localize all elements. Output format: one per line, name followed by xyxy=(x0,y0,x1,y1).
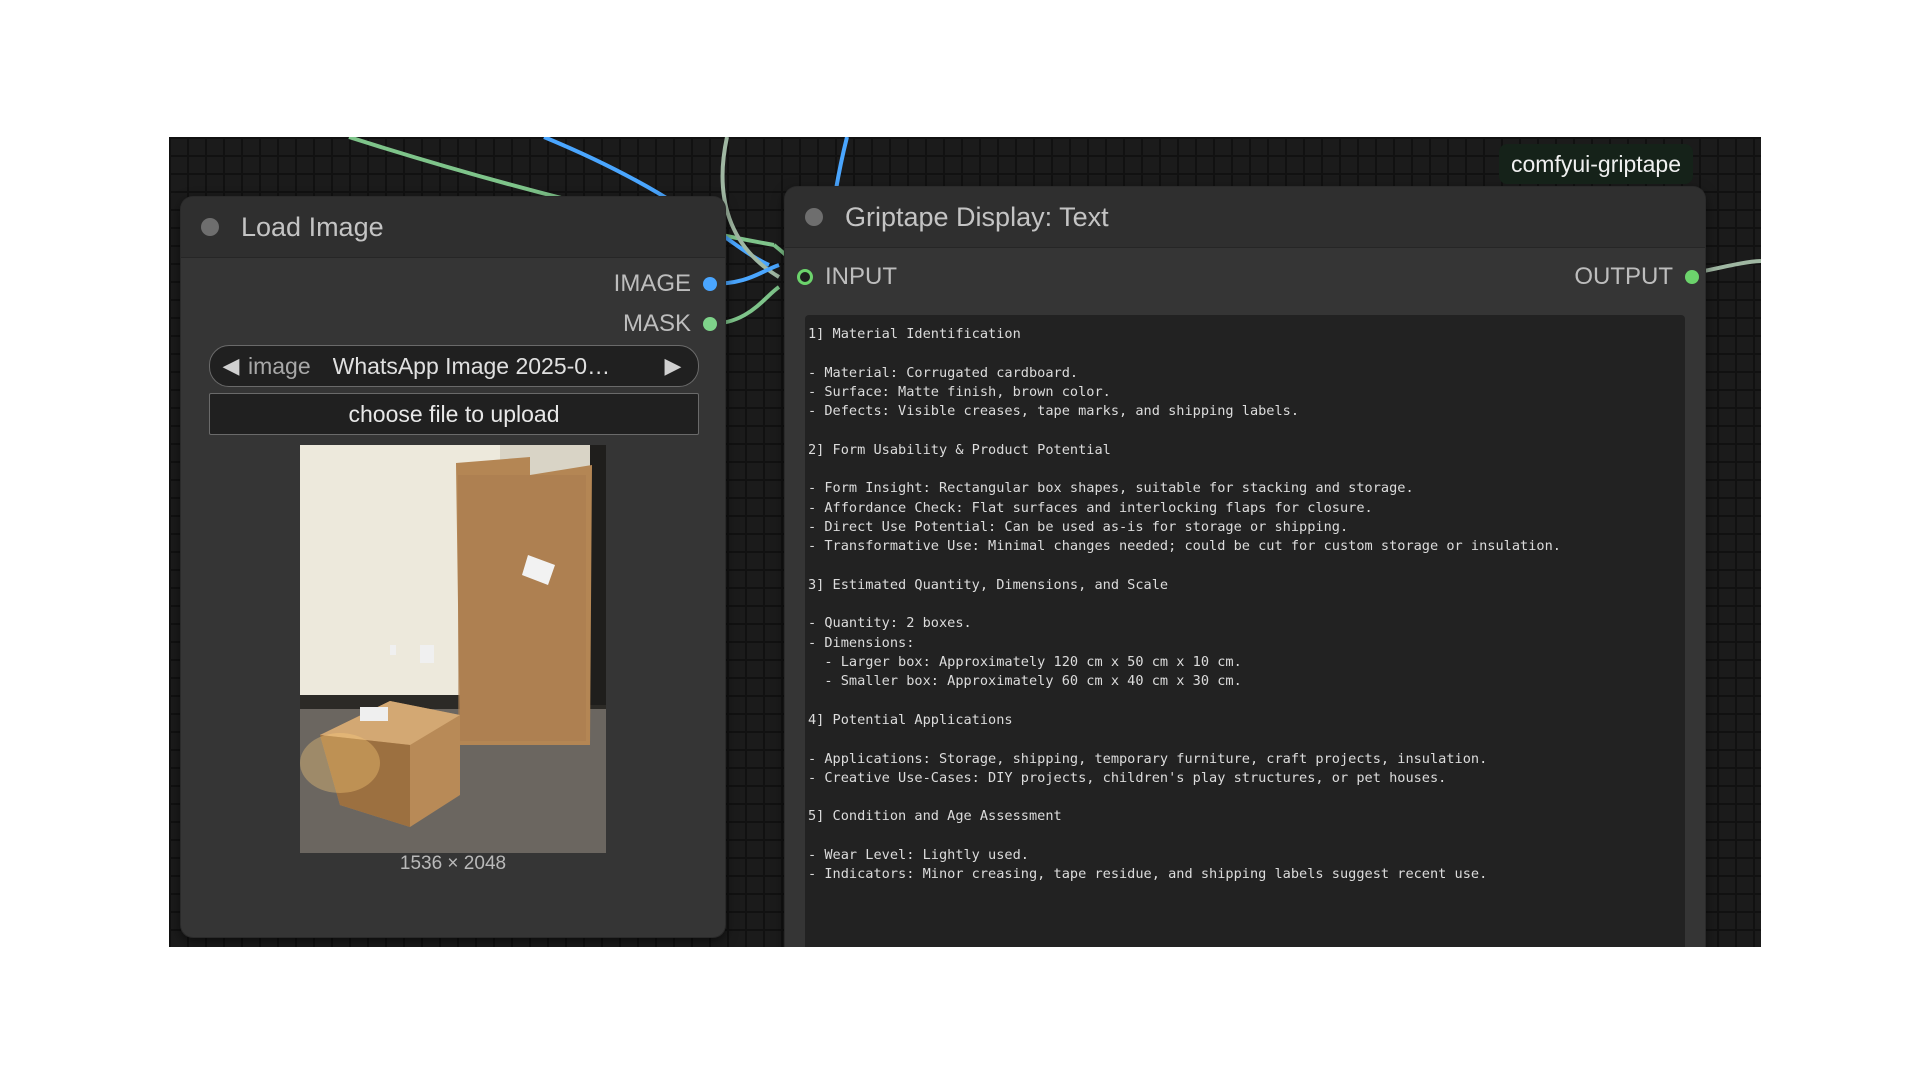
output-label-mask: MASK xyxy=(622,310,691,337)
combo-value: WhatsApp Image 2025-0… xyxy=(332,352,611,379)
image-output-dot-icon[interactable] xyxy=(703,277,717,291)
input-slot[interactable]: INPUT xyxy=(797,263,897,291)
input-dot-icon[interactable] xyxy=(797,269,813,285)
display-text-area[interactable]: 1] Material Identification - Material: C… xyxy=(805,315,1685,947)
output-label: OUTPUT xyxy=(1574,263,1673,290)
preview-photo-art xyxy=(300,445,606,853)
collapse-dot-icon[interactable] xyxy=(201,218,219,236)
collapse-dot-icon[interactable] xyxy=(805,208,823,226)
mask-output-dot-icon[interactable] xyxy=(703,317,717,331)
output-slot-image[interactable]: IMAGE xyxy=(614,270,717,298)
combo-name: image xyxy=(248,352,311,379)
load-image-node[interactable]: Load Image IMAGE MASK ◀ image WhatsApp I… xyxy=(181,197,725,937)
griptape-display-text-node[interactable]: Griptape Display: Text INPUT OUTPUT 1] M… xyxy=(785,187,1705,947)
output-label-image: IMAGE xyxy=(613,270,691,297)
load-image-node-title[interactable]: Load Image xyxy=(181,197,725,258)
griptape-title: Griptape Display: Text xyxy=(845,201,1109,232)
display-text-content: 1] Material Identification - Material: C… xyxy=(808,326,1561,883)
upload-button-label: choose file to upload xyxy=(348,400,560,427)
output-slot-mask[interactable]: MASK xyxy=(623,310,717,338)
image-combo-widget[interactable]: ◀ image WhatsApp Image 2025-0… ▶ xyxy=(209,345,699,387)
extension-badge: comfyui-griptape xyxy=(1499,144,1694,184)
output-slot[interactable]: OUTPUT xyxy=(1574,263,1699,291)
upload-button[interactable]: choose file to upload xyxy=(209,393,699,435)
input-label: INPUT xyxy=(825,263,897,290)
node-graph-canvas[interactable]: Load Image IMAGE MASK ◀ image WhatsApp I… xyxy=(169,137,1761,947)
link-green-curve xyxy=(720,137,781,279)
load-image-title: Load Image xyxy=(241,211,384,242)
output-dot-icon[interactable] xyxy=(1685,270,1699,284)
griptape-node-title[interactable]: Griptape Display: Text xyxy=(785,187,1705,248)
image-preview xyxy=(300,445,606,853)
combo-prev-arrow-icon[interactable]: ◀ xyxy=(216,353,246,379)
combo-next-arrow-icon[interactable]: ▶ xyxy=(658,353,688,379)
preview-size-label: 1536 × 2048 xyxy=(399,853,507,874)
